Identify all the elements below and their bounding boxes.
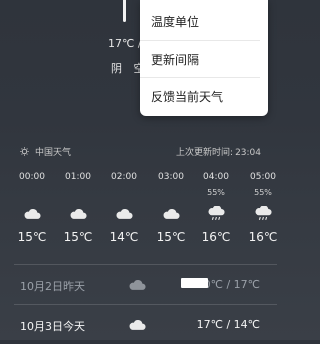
day-label: 10月3日今天 (20, 320, 85, 333)
hour-time: 00:00 (19, 172, 45, 182)
rain-icon (208, 205, 225, 220)
row-divider (14, 264, 277, 265)
hour-time: 03:00 (158, 172, 184, 182)
hour-time: 05:00 (250, 172, 276, 182)
cloudy-icon (163, 208, 180, 219)
scroll-indicator (123, 0, 126, 22)
hour-precip (12, 188, 52, 198)
menu-item-feedback-weather[interactable]: 反馈当前天气 (151, 79, 223, 115)
cloudy-icon (70, 208, 87, 219)
overflow-menu: 温度单位 更新间隔 反馈当前天气 (140, 0, 268, 116)
hour-temp: 15℃ (63, 230, 93, 244)
last-updated-time: 23:04 (235, 148, 261, 158)
hour-time: 04:00 (203, 172, 229, 182)
menu-divider (140, 40, 260, 41)
hour-time: 02:00 (111, 172, 137, 182)
rain-icon (255, 205, 272, 220)
last-updated: 上次更新时间: 23:04 (176, 145, 261, 158)
hour-temp: 14℃ (109, 230, 139, 244)
hour-temp: 15℃ (17, 230, 47, 244)
sun-gear-icon (20, 147, 29, 156)
hour-precip (151, 188, 191, 198)
hour-time: 01:00 (65, 172, 91, 182)
current-temperature: 17℃ / (108, 37, 142, 50)
hour-temp: 15℃ (156, 230, 186, 244)
daily-row-yesterday[interactable]: 10月2日昨天 20℃ / 17℃ (0, 266, 277, 304)
day-temps: 17℃ / 14℃ (196, 318, 260, 331)
menu-item-temperature-unit[interactable]: 温度单位 (151, 4, 199, 40)
hour-precip: 55% (254, 188, 272, 197)
hourly-item: 02:00 14℃ (104, 172, 144, 244)
cloudy-icon (116, 208, 133, 219)
row-divider (14, 304, 277, 305)
menu-item-update-interval[interactable]: 更新间隔 (151, 42, 199, 78)
hour-temp: 16℃ (201, 230, 231, 244)
hour-precip (58, 188, 98, 198)
cloudy-icon (24, 208, 41, 219)
hourly-item: 01:00 15℃ (58, 172, 98, 244)
day-label: 10月2日昨天 (20, 280, 85, 293)
daily-row-today[interactable]: 10月3日今天 17℃ / 14℃ (0, 306, 277, 344)
hourly-item: 04:00 55% 16℃ (196, 172, 236, 244)
cloudy-icon (129, 319, 146, 330)
cloudy-icon (129, 279, 146, 290)
hourly-forecast[interactable]: 00:00 15℃ 01:00 15℃ 02:00 14℃ 03:00 15℃ … (0, 172, 300, 252)
weather-source: 中国天气 (20, 145, 71, 158)
hourly-item: 00:00 15℃ (12, 172, 52, 244)
menu-divider (140, 77, 260, 78)
hour-precip: 55% (207, 188, 225, 197)
weather-source-label: 中国天气 (35, 148, 72, 158)
hourly-item: 03:00 15℃ (151, 172, 191, 244)
hour-precip (104, 188, 144, 198)
watermark-badge (181, 278, 208, 288)
hour-temp: 16℃ (248, 230, 278, 244)
hourly-item: 05:00 55% 16℃ (243, 172, 283, 244)
last-updated-label: 上次更新时间: (176, 148, 234, 158)
